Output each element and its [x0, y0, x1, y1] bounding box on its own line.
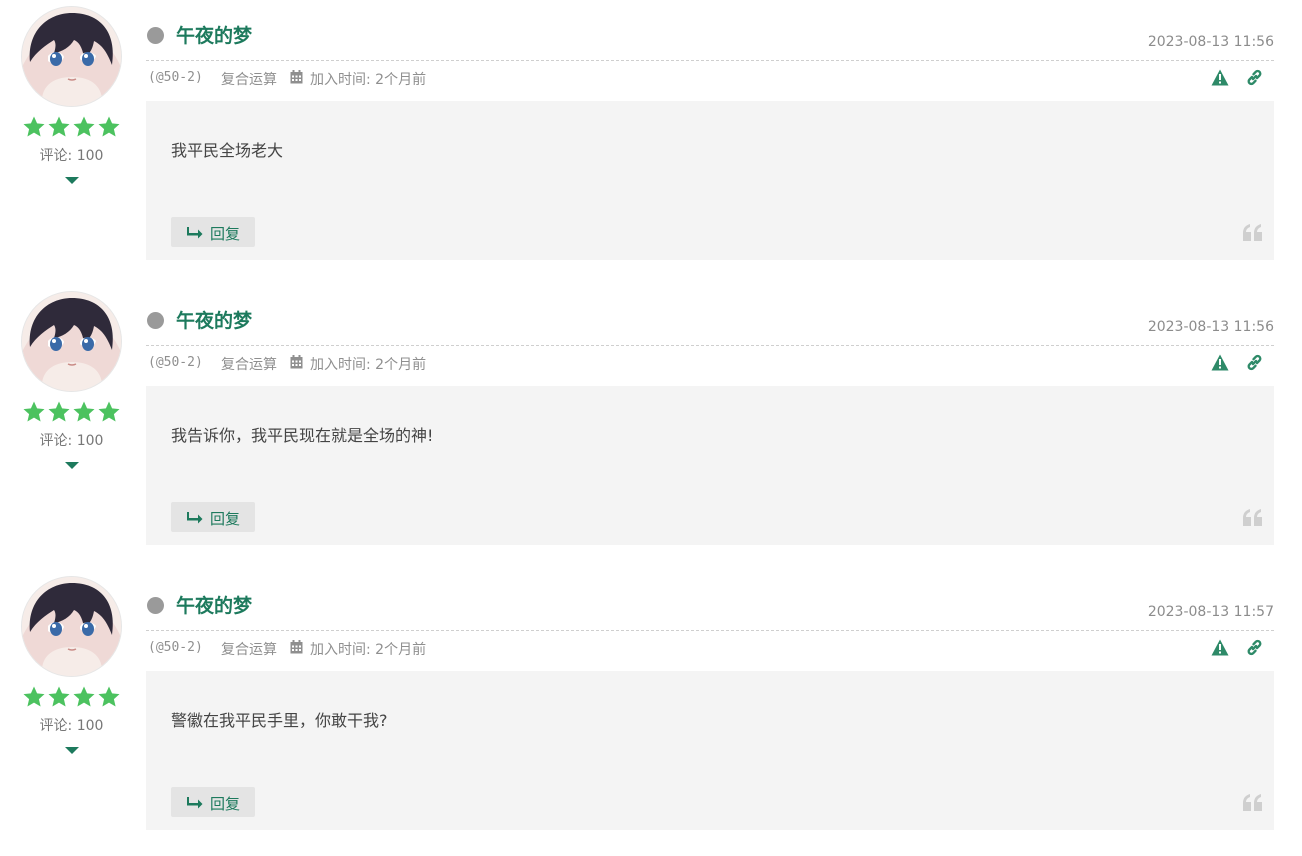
user-agent: (@50-2): [148, 355, 203, 370]
star-icon: [98, 401, 120, 422]
star-icon: [23, 401, 45, 422]
comment-time: 2023-08-13 11:57: [1147, 604, 1274, 620]
comment-item: 评论: 100 午夜的梦 2023-08-13 11:56 (@50-2) 复合…: [0, 0, 1302, 268]
avatar[interactable]: [22, 577, 121, 676]
star-icon: [73, 686, 95, 707]
warning-icon[interactable]: [1211, 69, 1229, 86]
warning-icon[interactable]: [1211, 639, 1229, 656]
calendar-icon: [290, 640, 303, 654]
comment-meta: (@50-2) 复合运算 加入时间: 2个月前: [146, 346, 1274, 376]
author-name[interactable]: 午夜的梦: [176, 21, 252, 48]
comment-item: 评论: 100 午夜的梦 2023-08-13 11:56 (@50-2) 复合…: [0, 285, 1302, 553]
reply-arrow-icon: [187, 227, 203, 239]
comment-header: 午夜的梦 2023-08-13 11:56: [146, 301, 1274, 346]
comment-count: 评论: 100: [39, 148, 104, 164]
reply-arrow-icon: [187, 512, 203, 524]
caret-down-icon[interactable]: [64, 745, 80, 755]
reply-button[interactable]: 回复: [171, 217, 255, 247]
user-agent: (@50-2): [148, 640, 203, 655]
caret-down-icon[interactable]: [64, 460, 80, 470]
star-icon: [23, 116, 45, 137]
comment-time: 2023-08-13 11:56: [1147, 34, 1274, 50]
star-icon: [48, 401, 70, 422]
comment-count: 评论: 100: [39, 433, 104, 449]
comment-meta: (@50-2) 复合运算 加入时间: 2个月前: [146, 61, 1274, 91]
comment-footer: 回复: [146, 777, 1274, 830]
comment-meta: (@50-2) 复合运算 加入时间: 2个月前: [146, 631, 1274, 661]
comment-footer: 回复: [146, 492, 1274, 545]
comment-body: 警徽在我平民手里，你敢干我?: [146, 671, 1274, 778]
star-icon: [23, 686, 45, 707]
rating-stars: [22, 685, 121, 709]
user-agent: (@50-2): [148, 70, 203, 85]
star-icon: [48, 686, 70, 707]
reply-label: 回复: [210, 510, 241, 528]
comment-header: 午夜的梦 2023-08-13 11:57: [146, 586, 1274, 631]
quote-icon[interactable]: [1243, 509, 1263, 526]
star-icon: [48, 116, 70, 137]
comment-text: 我告诉你，我平民现在就是全场的神!: [171, 426, 434, 445]
rating-stars: [22, 115, 121, 139]
reply-button[interactable]: 回复: [171, 502, 255, 532]
calendar-icon: [290, 355, 303, 369]
reply-button[interactable]: 回复: [171, 787, 255, 817]
reply-label: 回复: [210, 225, 241, 243]
status-dot: [147, 312, 164, 329]
status-dot: [147, 597, 164, 614]
comment-body: 我告诉你，我平民现在就是全场的神!: [146, 386, 1274, 493]
calendar-icon: [290, 70, 303, 84]
reply-label: 回复: [210, 795, 241, 813]
star-icon: [73, 401, 95, 422]
comment-text: 我平民全场老大: [171, 141, 284, 160]
comment-count: 评论: 100: [39, 718, 104, 734]
status-dot: [147, 27, 164, 44]
link-icon[interactable]: [1246, 639, 1263, 656]
comment-body: 我平民全场老大: [146, 101, 1274, 208]
star-icon: [98, 686, 120, 707]
comment-footer: 回复: [146, 207, 1274, 260]
quote-icon[interactable]: [1243, 224, 1263, 241]
user-location: 复合运算: [221, 72, 277, 88]
comment-time: 2023-08-13 11:56: [1147, 319, 1274, 335]
link-icon[interactable]: [1246, 69, 1263, 86]
author-name[interactable]: 午夜的梦: [176, 591, 252, 618]
warning-icon[interactable]: [1211, 354, 1229, 371]
comment-text: 警徽在我平民手里，你敢干我?: [171, 711, 388, 730]
user-location: 复合运算: [221, 357, 277, 373]
join-time: 加入时间: 2个月前: [310, 72, 427, 88]
avatar[interactable]: [22, 292, 121, 391]
quote-icon[interactable]: [1243, 794, 1263, 811]
avatar[interactable]: [22, 7, 121, 106]
join-time: 加入时间: 2个月前: [310, 642, 427, 658]
rating-stars: [22, 400, 121, 424]
comment-header: 午夜的梦 2023-08-13 11:56: [146, 16, 1274, 61]
join-time: 加入时间: 2个月前: [310, 357, 427, 373]
author-name[interactable]: 午夜的梦: [176, 306, 252, 333]
comment-item: 评论: 100 午夜的梦 2023-08-13 11:57 (@50-2) 复合…: [0, 570, 1302, 838]
link-icon[interactable]: [1246, 354, 1263, 371]
star-icon: [98, 116, 120, 137]
reply-arrow-icon: [187, 797, 203, 809]
star-icon: [73, 116, 95, 137]
user-location: 复合运算: [221, 642, 277, 658]
caret-down-icon[interactable]: [64, 175, 80, 185]
